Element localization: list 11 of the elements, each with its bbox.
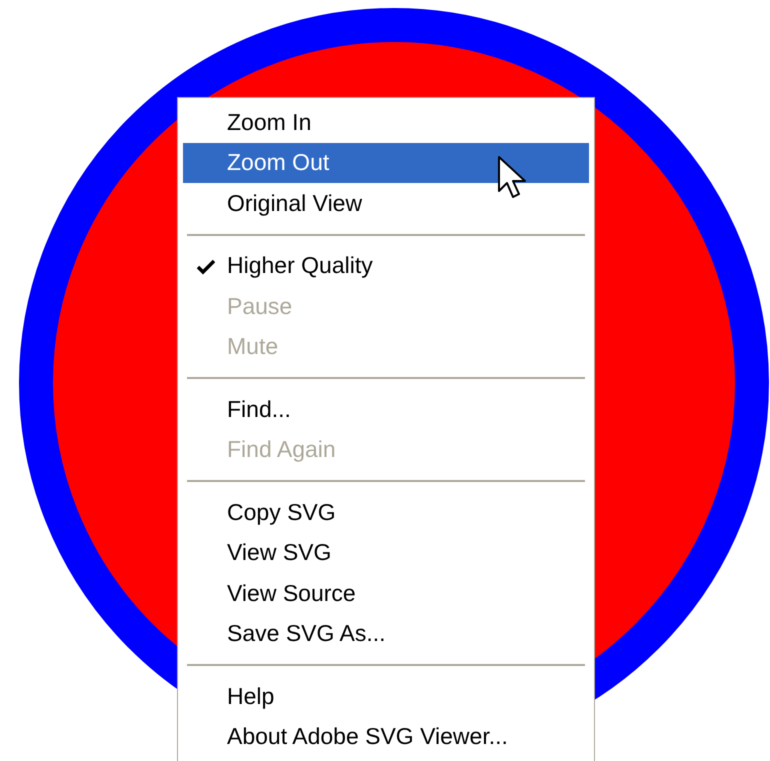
menu-item[interactable]: View SVG — [183, 532, 589, 573]
menu-item[interactable]: Copy SVG — [183, 492, 589, 532]
menu-item[interactable]: Zoom In — [183, 102, 589, 142]
menu-item[interactable]: About Adobe SVG Viewer... — [183, 716, 589, 757]
menu-item[interactable]: Help — [183, 676, 589, 716]
menu-item[interactable]: Original View — [183, 183, 589, 224]
menu-item[interactable]: View Source — [183, 573, 589, 614]
menu-item[interactable]: Zoom Out — [183, 142, 589, 183]
menu-item[interactable]: Higher Quality — [183, 246, 589, 286]
menu-item[interactable]: Find... — [183, 389, 589, 430]
menu-item[interactable]: Save SVG As... — [183, 614, 589, 654]
